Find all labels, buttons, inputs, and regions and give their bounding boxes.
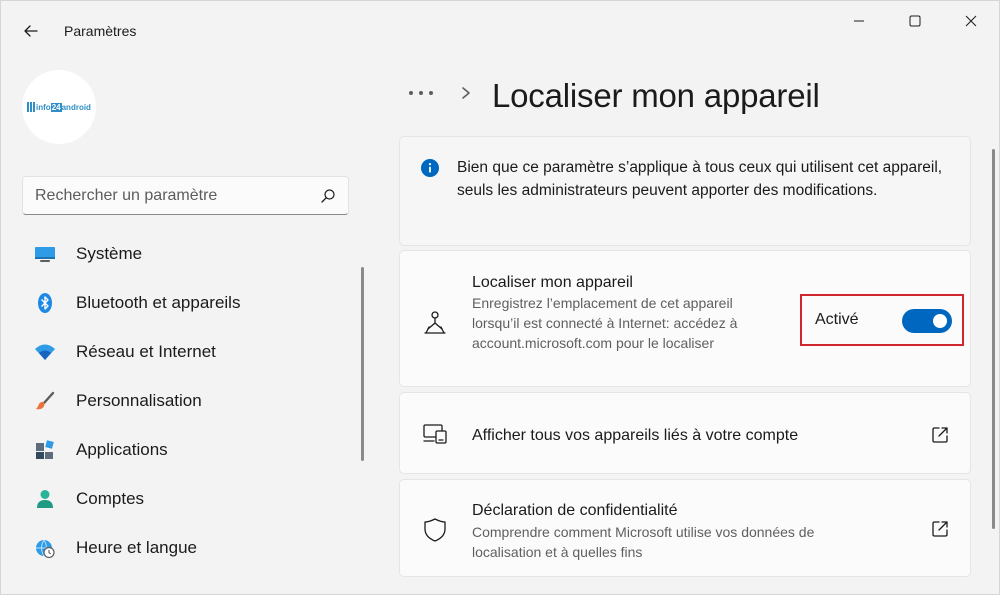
sidebar-item-systeme[interactable]: Système (22, 229, 352, 278)
shield-icon (424, 518, 446, 542)
search-box[interactable] (22, 176, 349, 215)
more-icon[interactable] (405, 83, 437, 103)
info-text: Bien que ce paramètre s’applique à tous … (457, 159, 943, 199)
maximize-button[interactable] (887, 1, 943, 41)
logo-bars-icon (27, 102, 36, 112)
page-title: Localiser mon appareil (492, 77, 820, 114)
bluetooth-icon (34, 293, 56, 313)
privacy-statement-description: Comprendre comment Microsoft utilise vos… (472, 524, 815, 560)
search-icon[interactable] (320, 188, 336, 204)
sidebar-item-heure-langue[interactable]: Heure et langue (22, 523, 352, 572)
privacy-statement-title: Déclaration de confidentialité (472, 502, 678, 519)
person-icon (34, 489, 56, 509)
sidebar-item-label: Système (76, 244, 143, 263)
maximize-icon (909, 15, 921, 27)
sidebar-item-label: Applications (76, 440, 168, 459)
locate-device-title: Localiser mon appareil (472, 274, 633, 291)
app-title: Paramètres (64, 23, 137, 39)
sidebar-item-label: Comptes (76, 489, 145, 508)
linked-devices-title: Afficher tous vos appareils liés à votre… (472, 427, 799, 444)
arrow-left-icon (24, 25, 38, 37)
back-button[interactable] (15, 15, 47, 47)
sidebar-item-personnalisation[interactable]: Personnalisation (22, 376, 352, 425)
settings-window: Paramètres info 24 android Rechercher un… (0, 0, 1000, 595)
chevron-right-icon (462, 87, 470, 99)
monitor-icon (34, 244, 56, 264)
clock-globe-icon (34, 538, 56, 558)
sidebar-item-comptes[interactable]: Comptes (22, 474, 352, 523)
location-person-icon (424, 311, 446, 334)
sidebar-item-reseau[interactable]: Réseau et Internet (22, 327, 352, 376)
locate-device-toggle[interactable] (902, 309, 952, 333)
sidebar-item-label: Bluetooth et appareils (76, 293, 241, 312)
sidebar-item-label: Personnalisation (76, 391, 202, 410)
minimize-button[interactable] (831, 1, 887, 41)
minimize-icon (854, 20, 864, 22)
info-icon (421, 159, 439, 177)
sidebar-item-label: Réseau et Internet (76, 342, 216, 361)
title-bar: Paramètres (1, 1, 999, 41)
external-link-icon (932, 427, 948, 443)
info-banner: Bien que ce paramètre s’applique à tous … (399, 136, 971, 246)
sidebar-item-bluetooth[interactable]: Bluetooth et appareils (22, 278, 352, 327)
locate-device-card: Localiser mon appareil Enregistrez l’emp… (399, 250, 971, 387)
locate-device-description: Enregistrez l’emplacement de cet apparei… (472, 295, 738, 351)
apps-icon (34, 440, 56, 460)
sidebar-scrollbar[interactable] (361, 267, 364, 461)
close-button[interactable] (943, 1, 999, 41)
main-scrollbar[interactable] (992, 149, 995, 529)
devices-icon (423, 424, 447, 444)
sidebar-nav: Système Bluetooth et appareils Réseau et… (22, 229, 352, 572)
sidebar-item-label: Heure et langue (76, 538, 197, 557)
search-input[interactable] (35, 185, 305, 207)
external-link-icon (932, 521, 948, 537)
brush-icon (34, 391, 56, 411)
toggle-state-label: Activé (815, 311, 859, 328)
close-icon (965, 15, 977, 27)
toggle-highlight: Activé (800, 294, 964, 346)
sidebar-item-applications[interactable]: Applications (22, 425, 352, 474)
linked-devices-card[interactable]: Afficher tous vos appareils liés à votre… (399, 392, 971, 474)
avatar[interactable]: info 24 android (22, 70, 96, 144)
wifi-icon (34, 342, 56, 362)
avatar-logo: info 24 android (27, 100, 91, 114)
toggle-knob (933, 314, 947, 328)
privacy-statement-card[interactable]: Déclaration de confidentialité Comprendr… (399, 479, 971, 577)
